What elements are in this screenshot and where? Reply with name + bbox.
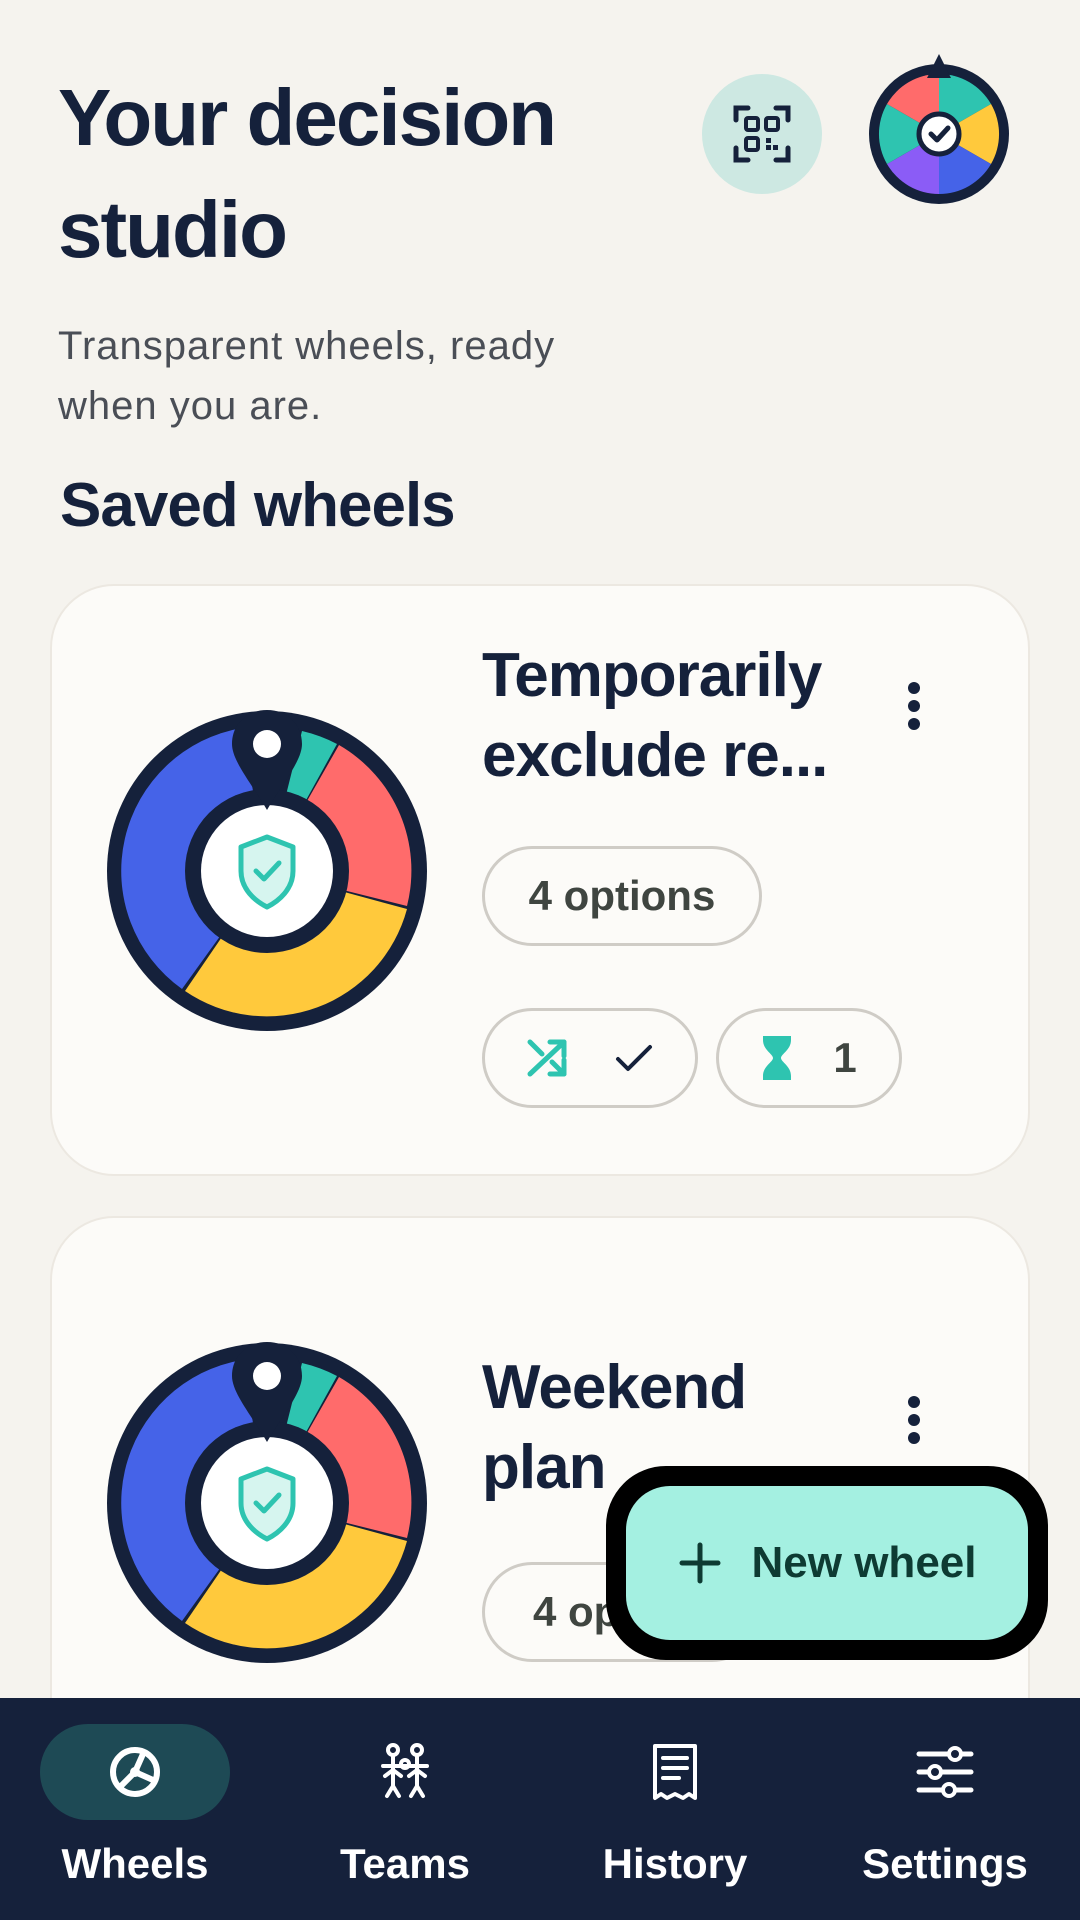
options-count-badge: 4 options: [482, 846, 762, 946]
nav-item-history[interactable]: History: [540, 1698, 810, 1920]
wheel-preview: [102, 1338, 432, 1668]
shuffle-toggle-chip[interactable]: [482, 1008, 698, 1108]
shuffle-icon: [527, 1039, 567, 1077]
nav-item-wheels[interactable]: Wheels: [0, 1698, 270, 1920]
hourglass-icon: [763, 1036, 792, 1080]
exclusion-count-chip[interactable]: 1: [716, 1008, 902, 1108]
nav-item-teams[interactable]: Teams: [270, 1698, 540, 1920]
new-wheel-button[interactable]: New wheel: [606, 1466, 1048, 1660]
nav-label: History: [602, 1840, 748, 1887]
header: Your decision studio Transparent wheels,…: [58, 62, 618, 436]
new-wheel-label: New wheel: [751, 1538, 977, 1587]
wheel-card[interactable]: Temporarily exclude re... 4 options 1: [50, 584, 1030, 1176]
app-logo-icon: [866, 50, 1012, 206]
page-subtitle: Transparent wheels, ready when you are.: [58, 324, 556, 428]
wheel-preview: [102, 706, 432, 1036]
more-options-icon[interactable]: [894, 676, 934, 736]
saved-wheels-heading: Saved wheels: [60, 471, 456, 540]
checkmark-icon: [616, 1045, 652, 1071]
scan-qr-button[interactable]: [702, 74, 822, 194]
bottom-navigation: Wheels Teams History Settings: [0, 1698, 1080, 1920]
plus-icon: [679, 1542, 721, 1584]
nav-label: Settings: [862, 1840, 1028, 1887]
qr-scan-icon: [733, 105, 791, 163]
wheel-icon: [110, 1747, 160, 1797]
exclusion-count: 1: [833, 1034, 857, 1081]
more-options-icon[interactable]: [894, 1390, 934, 1450]
nav-label: Wheels: [61, 1840, 209, 1887]
nav-item-settings[interactable]: Settings: [810, 1698, 1080, 1920]
receipt-icon: [653, 1744, 697, 1800]
teams-icon: [381, 1743, 429, 1798]
sliders-icon: [916, 1746, 974, 1798]
page-title: Your decision studio: [58, 73, 557, 274]
nav-label: Teams: [340, 1840, 470, 1887]
wheel-title: Temporarily exclude re...: [482, 641, 828, 790]
